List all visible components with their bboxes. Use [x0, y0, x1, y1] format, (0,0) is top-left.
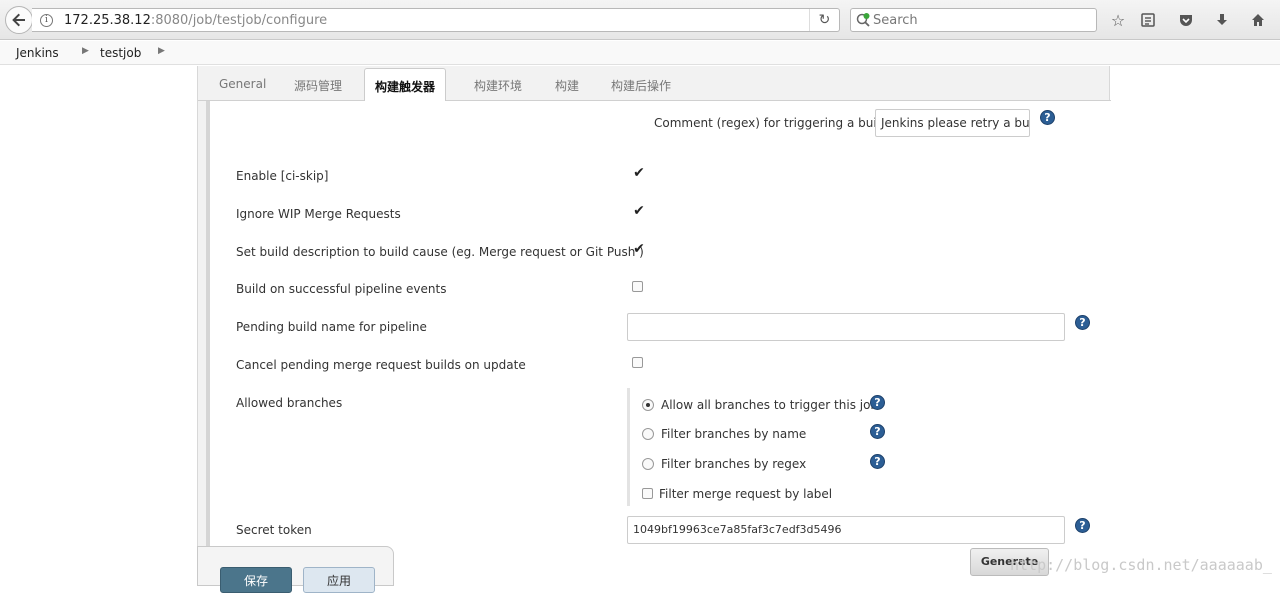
back-arrow-icon — [12, 13, 25, 27]
allow-all-branches-label[interactable]: Allow all branches to trigger this job — [661, 398, 878, 412]
cancel-pending-label: Cancel pending merge request builds on u… — [236, 358, 526, 372]
breadcrumb: Jenkins ▶ testjob ▶ — [0, 41, 1280, 65]
build-triggers-section — [206, 101, 1110, 584]
help-icon[interactable]: ? — [870, 424, 885, 439]
tab-source-management[interactable]: 源码管理 — [294, 77, 342, 94]
filter-by-name-label[interactable]: Filter branches by name — [661, 427, 806, 441]
tab-post-build[interactable]: 构建后操作 — [611, 77, 671, 94]
download-icon[interactable] — [1212, 10, 1232, 30]
reload-icon[interactable]: ↻ — [809, 9, 839, 31]
pipeline-events-checkbox[interactable] — [632, 281, 643, 292]
browser-toolbar: i 172.25.38.12:8080/job/testjob/configur… — [0, 0, 1280, 40]
pipeline-events-label: Build on successful pipeline events — [236, 282, 447, 296]
search-input[interactable]: Search — [873, 13, 918, 28]
help-icon[interactable]: ? — [1040, 110, 1055, 125]
watermark: http://blog.csdn.net/aaaaaab_ — [1010, 556, 1272, 574]
allowed-branches-label: Allowed branches — [236, 396, 343, 410]
tab-general[interactable]: General — [219, 77, 266, 91]
radio-allow-all-branches[interactable] — [642, 399, 654, 411]
filter-by-label-label[interactable]: Filter merge request by label — [659, 487, 832, 501]
filter-by-regex-label[interactable]: Filter branches by regex — [661, 457, 806, 471]
ignore-wip-label: Ignore WIP Merge Requests — [236, 207, 401, 221]
branch-options-group — [627, 388, 630, 506]
bookmark-star-icon[interactable]: ☆ — [1108, 10, 1128, 30]
build-description-checkbox[interactable]: ✔ — [631, 241, 647, 257]
reading-list-icon[interactable] — [1138, 10, 1158, 30]
help-icon[interactable]: ? — [1075, 315, 1090, 330]
chevron-right-icon[interactable]: ▶ — [82, 46, 89, 56]
apply-button[interactable]: 应用 — [303, 567, 375, 593]
search-icon — [856, 13, 870, 27]
back-button[interactable] — [5, 6, 33, 34]
help-icon[interactable]: ? — [870, 395, 885, 410]
chevron-right-icon[interactable]: ▶ — [158, 46, 165, 56]
radio-filter-branches-by-name[interactable] — [642, 428, 654, 440]
config-tabs: General 源码管理 构建触发器 构建环境 构建 构建后操作 — [198, 66, 1111, 102]
tab-build-environment[interactable]: 构建环境 — [474, 77, 522, 94]
ci-skip-checkbox[interactable]: ✔ — [631, 165, 647, 181]
comment-regex-label: Comment (regex) for triggering a build — [654, 116, 888, 130]
pocket-icon[interactable] — [1176, 10, 1196, 30]
secret-token-input[interactable]: 1049bf19963ce7a85faf3c7edf3d5496 — [627, 516, 1065, 544]
secret-token-label: Secret token — [236, 523, 312, 537]
help-icon[interactable]: ? — [1075, 518, 1090, 533]
ci-skip-label: Enable [ci-skip] — [236, 169, 329, 183]
url-bar[interactable]: i 172.25.38.12:8080/job/testjob/configur… — [32, 8, 840, 32]
tab-build[interactable]: 构建 — [555, 77, 579, 94]
url-text: 172.25.38.12:8080/job/testjob/configure — [64, 13, 328, 28]
bottom-action-bar: 保存 应用 — [197, 546, 394, 593]
cancel-pending-checkbox[interactable] — [632, 357, 643, 368]
comment-regex-input[interactable]: Jenkins please retry a bui — [875, 109, 1030, 137]
info-icon[interactable]: i — [40, 14, 53, 27]
breadcrumb-jenkins[interactable]: Jenkins — [16, 46, 59, 60]
breadcrumb-testjob[interactable]: testjob — [100, 46, 141, 60]
ignore-wip-checkbox[interactable]: ✔ — [631, 203, 647, 219]
tab-build-triggers[interactable]: 构建触发器 — [364, 68, 447, 102]
pending-build-name-label: Pending build name for pipeline — [236, 320, 427, 334]
filter-by-label-checkbox[interactable] — [642, 488, 653, 499]
save-button[interactable]: 保存 — [220, 567, 292, 593]
build-description-label: Set build description to build cause (eg… — [236, 245, 644, 259]
radio-filter-branches-by-regex[interactable] — [642, 458, 654, 470]
home-icon[interactable] — [1248, 10, 1268, 30]
help-icon[interactable]: ? — [870, 454, 885, 469]
search-bar[interactable]: Search — [850, 8, 1097, 32]
pending-build-name-input[interactable] — [627, 313, 1065, 341]
